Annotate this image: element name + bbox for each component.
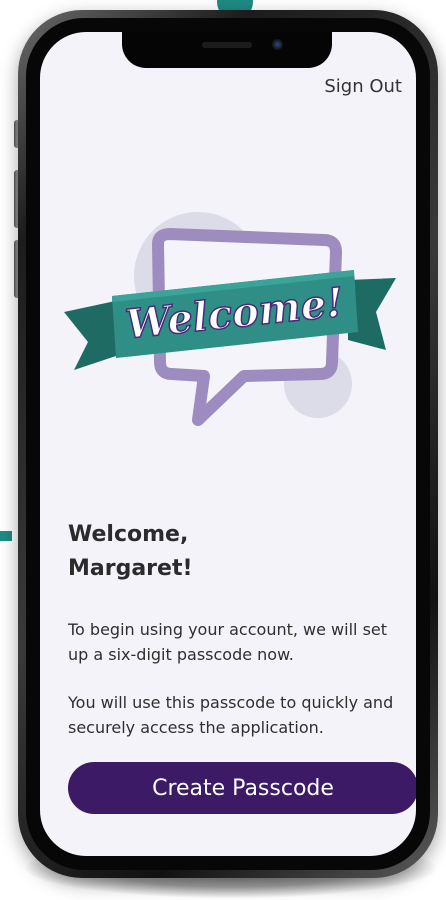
passcode-explanation: You will use this passcode to quickly an…	[68, 693, 394, 737]
welcome-illustration: Welcome!	[64, 212, 396, 426]
decorative-dash	[0, 531, 12, 541]
greeting-line-2: Margaret!	[68, 556, 193, 581]
camera-icon	[272, 39, 283, 50]
phone-bezel: Sign Out Welcome! Welcome, Margaret! To …	[26, 18, 430, 870]
greeting-line-1: Welcome,	[68, 522, 189, 547]
stage: Sign Out Welcome! Welcome, Margaret! To …	[0, 0, 446, 900]
screen: Sign Out Welcome! Welcome, Margaret! To …	[40, 32, 416, 856]
intro-paragraph: To begin using your account, we will set…	[68, 620, 388, 664]
speaker-grille	[202, 42, 252, 48]
notch	[122, 32, 332, 68]
sign-out-link[interactable]: Sign Out	[324, 76, 402, 97]
phone-frame: Sign Out Welcome! Welcome, Margaret! To …	[18, 10, 438, 878]
create-passcode-button[interactable]: Create Passcode	[68, 762, 416, 814]
greeting-heading: Welcome, Margaret!	[68, 518, 368, 586]
